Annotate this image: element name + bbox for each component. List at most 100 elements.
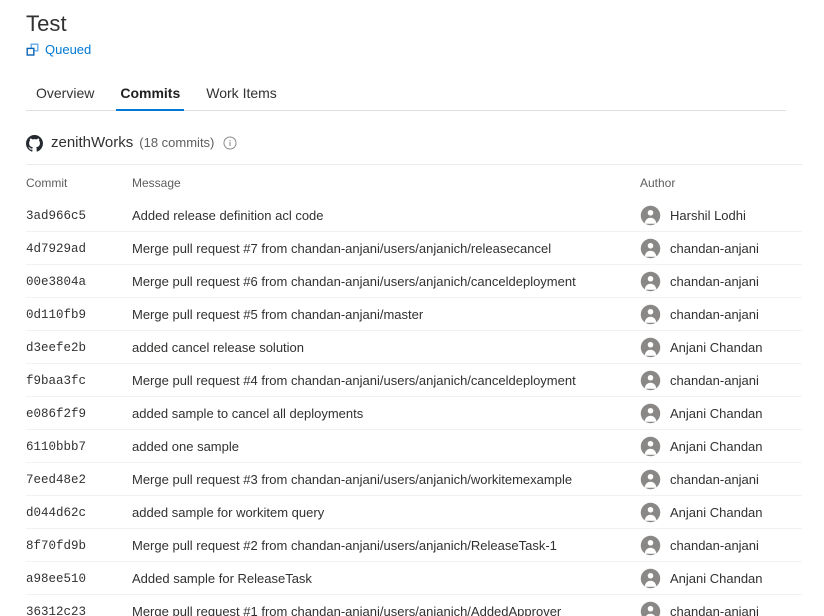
commit-author-cell: Anjani Chandan [640, 397, 802, 430]
info-circle-icon[interactable] [223, 136, 237, 150]
author-cell-content: Anjani Chandan [640, 562, 802, 594]
table-row[interactable]: 0d110fb9 Merge pull request #5 from chand… [26, 298, 802, 331]
commit-hash-link[interactable]: d3eefe2b [26, 341, 86, 355]
commit-hash-link[interactable]: f9baa3fc [26, 374, 86, 388]
commit-hash-link[interactable]: 6110bbb7 [26, 440, 86, 454]
table-row[interactable]: 00e3804a Merge pull request #6 from chand… [26, 265, 802, 298]
person-avatar-icon [640, 601, 661, 616]
commit-hash-link[interactable]: 36312c23 [26, 605, 86, 616]
commit-message-text: added one sample [132, 439, 239, 454]
author-name: Anjani Chandan [670, 571, 763, 586]
commit-hash-cell[interactable]: a98ee510 [26, 562, 132, 595]
commits-count: (18 commits) [139, 133, 214, 153]
github-icon [26, 135, 43, 152]
commit-message-text: Added release definition acl code [132, 208, 324, 223]
table-row[interactable]: 6110bbb7 added one sample Anjani Chandan [26, 430, 802, 463]
commit-hash-link[interactable]: 4d7929ad [26, 242, 86, 256]
commit-message-text: Merge pull request #4 from chandan-anjan… [132, 373, 576, 388]
commit-message-text: Merge pull request #2 from chandan-anjan… [132, 538, 557, 553]
page-header: Test Queued [0, 0, 824, 59]
commit-message-text: Merge pull request #6 from chandan-anjan… [132, 274, 576, 289]
table-row[interactable]: a98ee510 Added sample for ReleaseTask Anja… [26, 562, 802, 595]
status-label[interactable]: Queued [45, 41, 91, 59]
commit-hash-link[interactable]: 7eed48e2 [26, 473, 86, 487]
commit-message-cell: Merge pull request #2 from chandan-anjan… [132, 529, 640, 562]
person-avatar-icon [640, 403, 661, 424]
author-name: chandan-anjani [670, 604, 759, 616]
commit-message-text: Merge pull request #1 from chandan-anjan… [132, 604, 561, 616]
commit-hash-cell[interactable]: 3ad966c5 [26, 199, 132, 232]
author-cell-content: chandan-anjani [640, 463, 802, 495]
commit-author-cell: chandan-anjani [640, 364, 802, 397]
tab-overview[interactable]: Overview [26, 84, 104, 110]
commit-hash-cell[interactable]: 7eed48e2 [26, 463, 132, 496]
person-avatar-icon [640, 238, 661, 259]
author-name: chandan-anjani [670, 274, 759, 289]
author-name: Anjani Chandan [670, 505, 763, 520]
commit-message-text: Merge pull request #7 from chandan-anjan… [132, 241, 551, 256]
author-cell-content: chandan-anjani [640, 364, 802, 396]
author-name: Anjani Chandan [670, 340, 763, 355]
author-name: chandan-anjani [670, 307, 759, 322]
commit-message-text: added sample to cancel all deployments [132, 406, 363, 421]
commit-message-cell: Merge pull request #3 from chandan-anjan… [132, 463, 640, 496]
repository-name[interactable]: zenithWorks [51, 133, 133, 153]
commit-hash-link[interactable]: 00e3804a [26, 275, 86, 289]
tab-commits[interactable]: Commits [110, 84, 190, 110]
author-cell-content: Anjani Chandan [640, 496, 802, 528]
commit-hash-link[interactable]: 0d110fb9 [26, 308, 86, 322]
commit-hash-link[interactable]: 8f70fd9b [26, 539, 86, 553]
commit-message-cell: Merge pull request #5 from chandan-anjan… [132, 298, 640, 331]
commit-hash-cell[interactable]: f9baa3fc [26, 364, 132, 397]
table-row[interactable]: 36312c23 Merge pull request #1 from chand… [26, 595, 802, 616]
commit-hash-link[interactable]: d044d62c [26, 506, 86, 520]
queued-stack-icon [26, 43, 40, 57]
commits-table: Commit Message Author 3ad966c5 Added rele… [26, 165, 802, 616]
column-header-message: Message [132, 165, 640, 199]
commit-hash-link[interactable]: e086f2f9 [26, 407, 86, 421]
table-row[interactable]: 4d7929ad Merge pull request #7 from chand… [26, 232, 802, 265]
author-cell-content: Harshil Lodhi [640, 199, 802, 231]
author-cell-content: Anjani Chandan [640, 430, 802, 462]
commit-hash-cell[interactable]: 00e3804a [26, 265, 132, 298]
commit-hash-cell[interactable]: 6110bbb7 [26, 430, 132, 463]
table-row[interactable]: d044d62c added sample for workitem query A… [26, 496, 802, 529]
table-row[interactable]: e086f2f9 added sample to cancel all deplo… [26, 397, 802, 430]
tab-work-items[interactable]: Work Items [196, 84, 287, 110]
table-header-row: Commit Message Author [26, 165, 802, 199]
author-name: chandan-anjani [670, 373, 759, 388]
commit-hash-link[interactable]: 3ad966c5 [26, 209, 86, 223]
table-row[interactable]: d3eefe2badded cancel release solutionAnj… [26, 331, 802, 364]
commit-message-cell: Merge pull request #4 from chandan-anjan… [132, 364, 640, 397]
commit-hash-cell[interactable]: d044d62c [26, 496, 132, 529]
author-name: Anjani Chandan [670, 406, 763, 421]
person-avatar-icon [640, 568, 661, 589]
commit-message-cell: Added sample for ReleaseTask [132, 562, 640, 595]
tab-bar: Overview Commits Work Items [26, 77, 786, 111]
commit-hash-cell[interactable]: 0d110fb9 [26, 298, 132, 331]
commit-message-cell: Merge pull request #1 from chandan-anjan… [132, 595, 640, 616]
commit-hash-link[interactable]: a98ee510 [26, 572, 86, 586]
commit-author-cell: chandan-anjani [640, 529, 802, 562]
table-row[interactable]: 3ad966c5 Added release definition acl cod… [26, 199, 802, 232]
status-row: Queued [26, 41, 824, 59]
commit-author-cell: Anjani Chandan [640, 496, 802, 529]
person-avatar-icon [640, 502, 661, 523]
table-head: Commit Message Author [26, 165, 802, 199]
table-row[interactable]: 8f70fd9b Merge pull request #2 from chand… [26, 529, 802, 562]
commit-hash-cell[interactable]: d3eefe2b [26, 331, 132, 364]
table-row[interactable]: f9baa3fc Merge pull request #4 from chand… [26, 364, 802, 397]
commits-page: Test Queued Overview Commits Work Items … [0, 0, 824, 616]
commit-hash-cell[interactable]: 36312c23 [26, 595, 132, 616]
commit-author-cell: Anjani Chandan [640, 430, 802, 463]
commit-author-cell: chandan-anjani [640, 463, 802, 496]
commit-hash-cell[interactable]: 4d7929ad [26, 232, 132, 265]
commit-hash-cell[interactable]: 8f70fd9b [26, 529, 132, 562]
commit-hash-cell[interactable]: e086f2f9 [26, 397, 132, 430]
table-row[interactable]: 7eed48e2 Merge pull request #3 from chand… [26, 463, 802, 496]
column-header-commit: Commit [26, 165, 132, 199]
commit-message-cell: added sample for workitem query [132, 496, 640, 529]
commit-author-cell: Harshil Lodhi [640, 199, 802, 232]
person-avatar-icon [640, 271, 661, 292]
person-avatar-icon [640, 436, 661, 457]
